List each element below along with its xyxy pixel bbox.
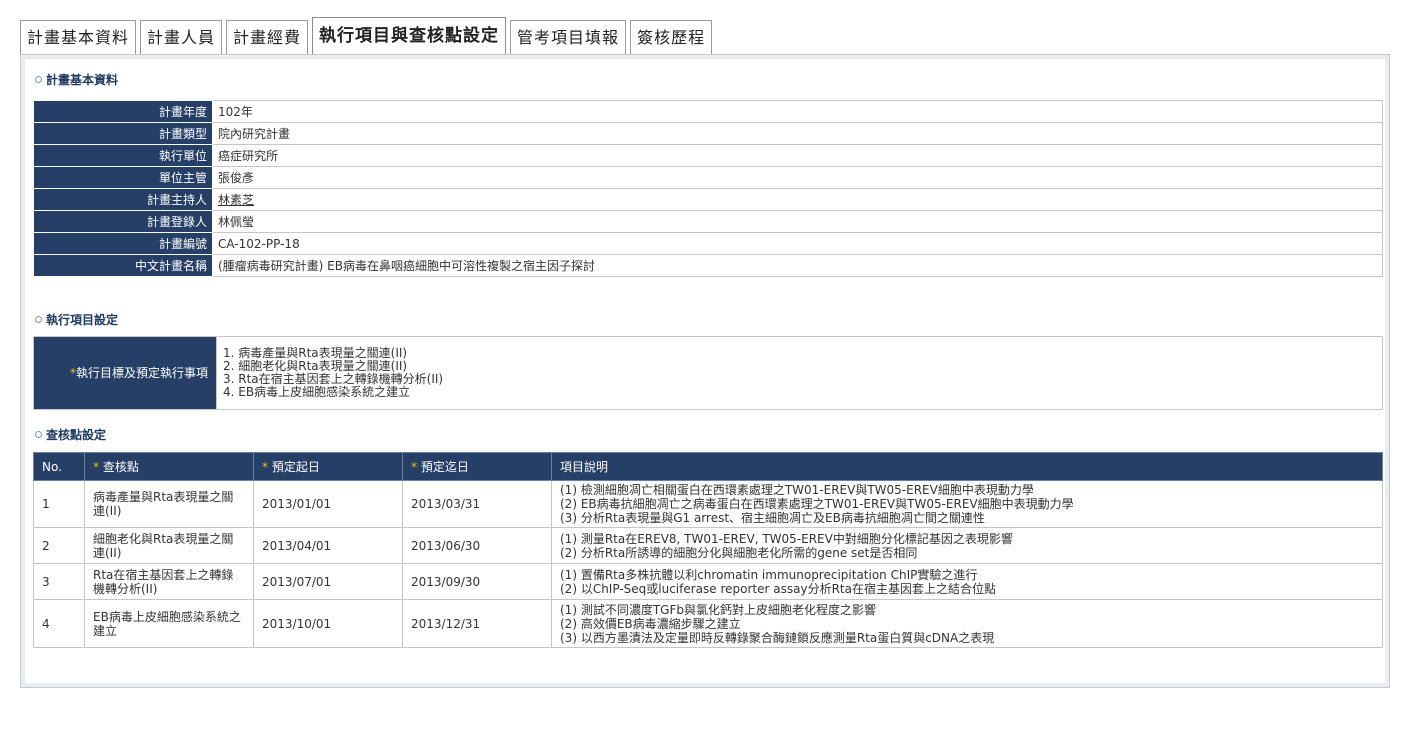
info-value: (腫瘤病毒研究計畫) EB病毒在鼻咽癌細胞中可溶性複製之宿主因子探討: [212, 254, 1383, 277]
info-label: 計畫編號: [33, 232, 213, 255]
content-panel: 計畫基本資料 計畫年度 102年 計畫類型 院內研究計畫 執行單位 癌症研究所 單位主…: [20, 54, 1390, 688]
info-value: 林佩瑩: [212, 210, 1383, 233]
circle-bullet-icon: [35, 76, 42, 83]
cell-start: 2013/01/01: [253, 480, 403, 528]
col-header-point: * 查核點: [84, 452, 254, 481]
table-row: 2 細胞老化與Rta表現量之關連(II) 2013/04/01 2013/06/…: [33, 527, 1383, 564]
info-row: 計畫編號 CA-102-PP-18: [33, 232, 1383, 255]
desc-line: (2) 高效價EB病毒濃縮步驟之建立: [560, 616, 741, 631]
tab-budget[interactable]: 計畫經費: [226, 20, 309, 54]
table-row: 4 EB病毒上皮細胞感染系統之建立 2013/10/01 2013/12/31 …: [33, 599, 1383, 648]
info-value: 院內研究計畫: [212, 122, 1383, 145]
cell-no: 4: [33, 599, 85, 648]
cell-end: 2013/06/30: [402, 527, 552, 564]
cell-start: 2013/04/01: [253, 527, 403, 564]
tab-basic-info[interactable]: 計畫基本資料: [20, 20, 137, 54]
exec-item: 4. EB病毒上皮細胞感染系統之建立: [223, 385, 411, 399]
checkpoint-table: No. * 查核點 * 預定起日 * 預定迄日 項目說明 1 病毒產量與Rta表…: [33, 452, 1383, 648]
cell-point: 病毒產量與Rta表現量之關連(II): [84, 480, 254, 528]
tab-exec-checkpoints[interactable]: 執行項目與查核點設定: [312, 17, 507, 54]
desc-line: (2) 分析Rta所誘導的細胞分化與細胞老化所需的gene set是否相同: [560, 545, 918, 560]
content-inner: 計畫基本資料 計畫年度 102年 計畫類型 院內研究計畫 執行單位 癌症研究所 單位主…: [25, 59, 1385, 683]
info-row: 計畫年度 102年: [33, 100, 1383, 123]
cell-no: 2: [33, 527, 85, 564]
cell-point: Rta在宿主基因套上之轉錄機轉分析(II): [84, 563, 254, 600]
cell-desc: (1) 測試不同濃度TGFb與氯化鈣對上皮細胞老化程度之影響 (2) 高效價EB…: [551, 599, 1383, 648]
basic-info-table: 計畫年度 102年 計畫類型 院內研究計畫 執行單位 癌症研究所 單位主管 張俊彥 計畫…: [33, 100, 1383, 277]
desc-line: (1) 檢測細胞凋亡相關蛋白在西環素處理之TW01-EREV與TW05-EREV…: [560, 483, 1034, 497]
cell-desc: (1) 檢測細胞凋亡相關蛋白在西環素處理之TW01-EREV與TW05-EREV…: [551, 480, 1383, 528]
info-row: 執行單位 癌症研究所: [33, 144, 1383, 167]
info-row: 計畫登錄人 林佩瑩: [33, 210, 1383, 233]
cell-point: 細胞老化與Rta表現量之關連(II): [84, 527, 254, 564]
cell-no: 1: [33, 480, 85, 528]
desc-line: (1) 置備Rta多株抗體以利chromatin immunoprecipita…: [560, 567, 978, 582]
info-label: 計畫年度: [33, 100, 213, 123]
col-header-desc: 項目說明: [551, 452, 1383, 481]
cell-end: 2013/09/30: [402, 563, 552, 600]
info-value: 林素芝: [212, 188, 1383, 211]
info-label: 計畫類型: [33, 122, 213, 145]
info-row: 單位主管 張俊彥: [33, 166, 1383, 189]
info-value: 癌症研究所: [212, 144, 1383, 167]
info-row: 計畫主持人 林素芝: [33, 188, 1383, 211]
section-title-checkpoints: 查核點設定: [35, 426, 106, 443]
cell-start: 2013/10/01: [253, 599, 403, 648]
info-row: 計畫類型 院內研究計畫: [33, 122, 1383, 145]
cell-desc: (1) 測量Rta在EREV8, TW01-EREV, TW05-EREV中對細…: [551, 527, 1383, 564]
tab-personnel[interactable]: 計畫人員: [140, 20, 223, 54]
table-row: 1 病毒產量與Rta表現量之關連(II) 2013/01/01 2013/03/…: [33, 480, 1383, 528]
section-title-exec: 執行項目設定: [35, 311, 118, 328]
exec-row: *執行目標及預定執行事項 1. 病毒產量與Rta表現量之關連(II) 2. 細胞…: [33, 336, 1383, 410]
cell-end: 2013/03/31: [402, 480, 552, 528]
tab-bar: 計畫基本資料 計畫人員 計畫經費 執行項目與查核點設定 管考項目填報 簽核歷程: [20, 17, 716, 54]
info-value: 張俊彥: [212, 166, 1383, 189]
col-header-end: * 預定迄日: [402, 452, 552, 481]
tab-approval-history[interactable]: 簽核歷程: [630, 20, 713, 54]
exec-items-cell: 1. 病毒產量與Rta表現量之關連(II) 2. 細胞老化與Rta表現量之關連(…: [216, 336, 1383, 410]
pi-name-link[interactable]: 林素芝: [218, 193, 254, 207]
circle-bullet-icon: [35, 316, 42, 323]
cell-point: EB病毒上皮細胞感染系統之建立: [84, 599, 254, 648]
exec-items-table: *執行目標及預定執行事項 1. 病毒產量與Rta表現量之關連(II) 2. 細胞…: [33, 336, 1383, 410]
desc-line: (2) EB病毒抗細胞凋亡之病毒蛋白在西環素處理之TW01-EREV與TW05-…: [560, 497, 1074, 511]
col-header-start: * 預定起日: [253, 452, 403, 481]
desc-line: (2) 以ChIP-Seq或luciferase reporter assay分…: [560, 581, 996, 596]
desc-line: (1) 測量Rta在EREV8, TW01-EREV, TW05-EREV中對細…: [560, 531, 1013, 546]
info-value: CA-102-PP-18: [212, 232, 1383, 255]
info-row: 中文計畫名稱 (腫瘤病毒研究計畫) EB病毒在鼻咽癌細胞中可溶性複製之宿主因子探討: [33, 254, 1383, 277]
cell-no: 3: [33, 563, 85, 600]
desc-line: (3) 分析Rta表現量與G1 arrest、宿主細胞凋亡及EB病毒抗細胞凋亡間…: [560, 511, 985, 525]
info-label: 計畫主持人: [33, 188, 213, 211]
col-header-no: No.: [33, 452, 85, 481]
desc-line: (1) 測試不同濃度TGFb與氯化鈣對上皮細胞老化程度之影響: [560, 602, 876, 617]
checkpoint-header-row: No. * 查核點 * 預定起日 * 預定迄日 項目說明: [33, 452, 1383, 481]
info-label: 中文計畫名稱: [33, 254, 213, 277]
desc-line: (3) 以西方墨漬法及定量即時反轉錄聚合酶鏈鎖反應測量Rta蛋白質與cDNA之表…: [560, 630, 995, 645]
info-label: 計畫登錄人: [33, 210, 213, 233]
info-label: 單位主管: [33, 166, 213, 189]
circle-bullet-icon: [35, 431, 42, 438]
section-title-basic: 計畫基本資料: [35, 71, 118, 88]
table-row: 3 Rta在宿主基因套上之轉錄機轉分析(II) 2013/07/01 2013/…: [33, 563, 1383, 600]
info-label: 執行單位: [33, 144, 213, 167]
cell-desc: (1) 置備Rta多株抗體以利chromatin immunoprecipita…: [551, 563, 1383, 600]
cell-start: 2013/07/01: [253, 563, 403, 600]
tab-reporting[interactable]: 管考項目填報: [510, 20, 627, 54]
exec-label-cell: *執行目標及預定執行事項: [33, 336, 217, 410]
info-value: 102年: [212, 100, 1383, 123]
cell-end: 2013/12/31: [402, 599, 552, 648]
